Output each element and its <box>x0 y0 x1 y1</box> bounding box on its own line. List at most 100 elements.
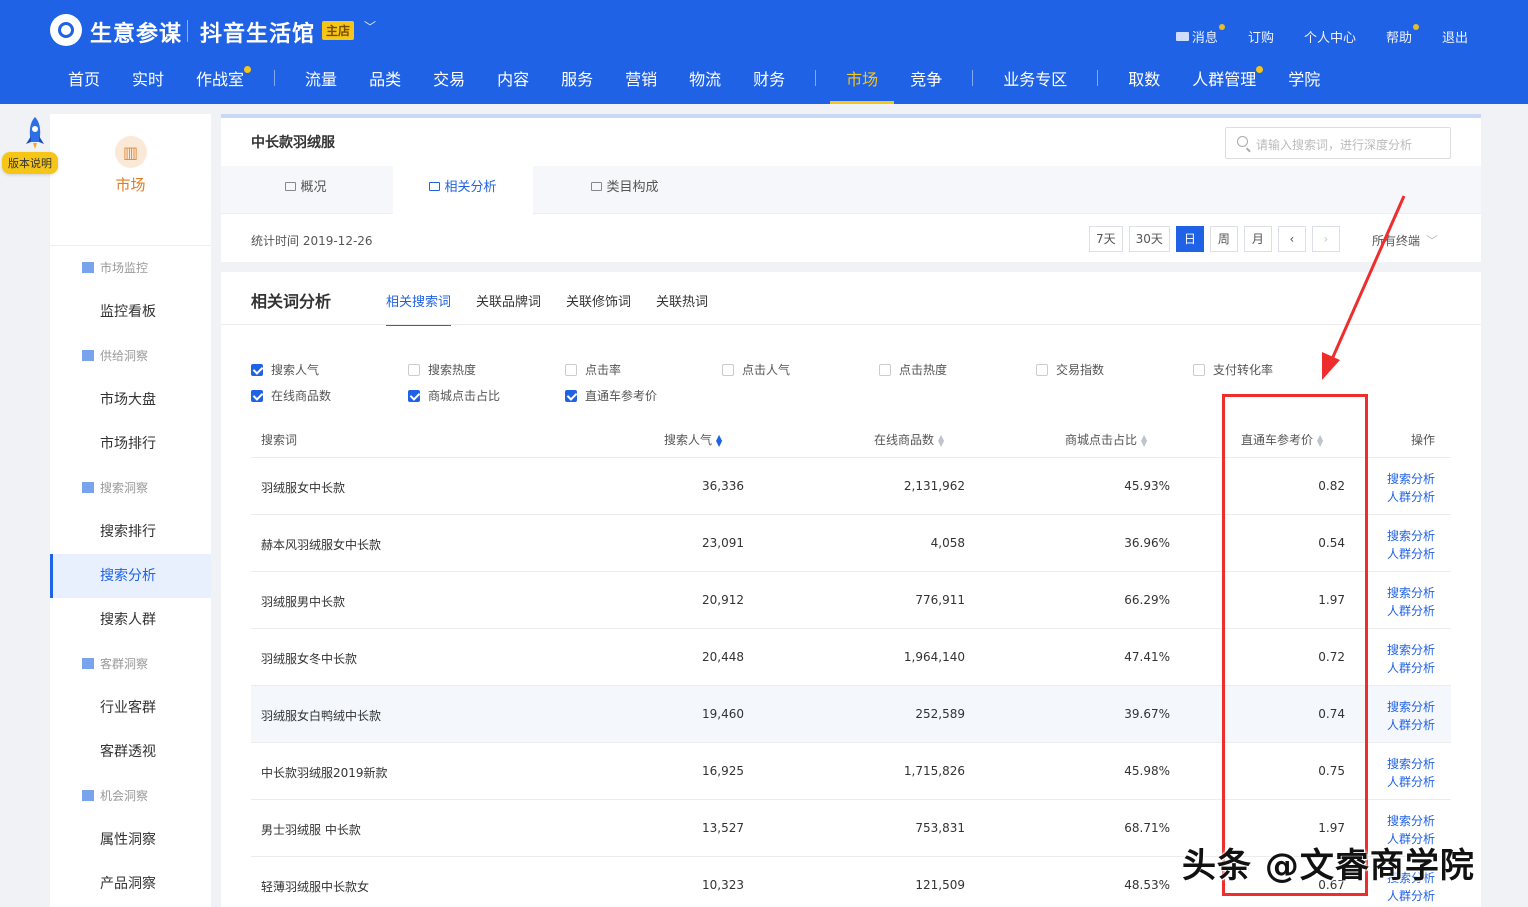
period-30d-button[interactable]: 30天 <box>1128 226 1170 252</box>
prev-period-button[interactable]: ‹ <box>1277 226 1306 252</box>
crowd-analysis-link[interactable]: 人群分析 <box>1387 545 1435 563</box>
metric-checkbox-search-popularity[interactable]: 搜索人气 <box>251 361 319 378</box>
subtab-related-search-words[interactable]: 相关搜索词 <box>386 291 452 326</box>
sidebar-item-search-analysis[interactable]: 搜索分析 <box>50 554 211 598</box>
column-header-online-items[interactable]: 在线商品数 ▲ ▼ <box>874 431 944 448</box>
cell-keyword: 男士羽绒服 中长款 <box>261 823 361 837</box>
search-analysis-link[interactable]: 搜索分析 <box>1387 470 1435 488</box>
column-header-actions: 操作 <box>1411 433 1436 447</box>
link-logout[interactable]: 退出 <box>1442 27 1468 46</box>
search-analysis-link[interactable]: 搜索分析 <box>1387 812 1435 830</box>
period-day-button[interactable]: 日 <box>1175 226 1204 252</box>
nav-traffic[interactable]: 流量 <box>289 60 353 104</box>
nav-divider <box>815 70 817 86</box>
link-help[interactable]: 帮助 <box>1386 24 1419 46</box>
nav-service[interactable]: 服务 <box>545 60 609 104</box>
nav-content[interactable]: 内容 <box>481 60 545 104</box>
cell-keyword: 羽绒服女中长款 <box>261 481 346 495</box>
column-header-mall-click-ratio[interactable]: 商城点击占比 ▲ ▼ <box>1065 431 1147 448</box>
period-month-button[interactable]: 月 <box>1243 226 1272 252</box>
link-messages[interactable]: 消息 <box>1175 24 1225 46</box>
related-words-card: 相关词分析 相关搜索词 关联品牌词 关联修饰词 关联热词 搜索人气 搜索热度 点… <box>221 272 1481 907</box>
link-subscribe[interactable]: 订购 <box>1248 27 1274 46</box>
version-notes[interactable]: 版本说明 <box>0 116 68 176</box>
sidebar-group-label: 客群洞察 <box>100 657 149 671</box>
cell-online-items: 252,589 <box>915 707 965 721</box>
metric-checkbox-click-popularity[interactable]: 点击人气 <box>722 361 790 378</box>
tab-category-composition[interactable]: 类目构成 <box>565 166 685 214</box>
cell-keyword: 轻薄羽绒服中长款女 <box>261 880 370 894</box>
search-analysis-link[interactable]: 搜索分析 <box>1387 755 1435 773</box>
nav-warroom[interactable]: 作战室 <box>180 60 260 104</box>
nav-category[interactable]: 品类 <box>353 60 417 104</box>
crowd-analysis-link[interactable]: 人群分析 <box>1387 488 1435 506</box>
notification-dot <box>1256 66 1264 73</box>
metric-checkbox-online-items[interactable]: 在线商品数 <box>251 387 331 404</box>
sidebar-item-market-ranking[interactable]: 市场排行 <box>50 422 211 466</box>
metric-checkbox-click-heat[interactable]: 点击热度 <box>879 361 947 378</box>
metric-checkbox-trade-index[interactable]: 交易指数 <box>1036 361 1104 378</box>
cell-keyword: 赫本风羽绒服女中长款 <box>261 538 382 552</box>
crowd-analysis-link[interactable]: 人群分析 <box>1387 773 1435 791</box>
subtab-brand-words[interactable]: 关联品牌词 <box>476 291 541 310</box>
nav-marketing[interactable]: 营销 <box>609 60 673 104</box>
nav-competition[interactable]: 竞争 <box>894 60 958 104</box>
period-7d-button[interactable]: 7天 <box>1089 226 1123 252</box>
compass-logo-icon <box>50 14 82 46</box>
sidebar-head-label: 市场 <box>115 176 146 194</box>
sidebar-item-product-insight[interactable]: 产品洞察 <box>50 862 211 906</box>
crowd-analysis-link[interactable]: 人群分析 <box>1387 887 1435 905</box>
nav-academy[interactable]: 学院 <box>1272 60 1336 104</box>
sidebar-item-market-overview[interactable]: 市场大盘 <box>50 378 211 422</box>
nav-trade[interactable]: 交易 <box>417 60 481 104</box>
nav-realtime[interactable]: 实时 <box>116 60 180 104</box>
sidebar-group-label: 市场监控 <box>100 261 149 275</box>
sidebar-item-search-crowd[interactable]: 搜索人群 <box>50 598 211 642</box>
nav-market[interactable]: 市场 <box>830 60 895 104</box>
sidebar-item-search-ranking[interactable]: 搜索排行 <box>50 510 211 554</box>
stat-time: 统计时间 2019-12-26 <box>251 234 373 248</box>
sidebar-item-customer-insight[interactable]: 客群透视 <box>50 730 211 774</box>
metric-checkbox-ztc-price[interactable]: 直通车参考价 <box>565 387 657 404</box>
tab-overview[interactable]: 概况 <box>251 166 361 214</box>
nav-data-fetch[interactable]: 取数 <box>1112 60 1176 104</box>
sort-desc-icon: ▲ ▼ <box>716 432 723 448</box>
metric-checkbox-ctr[interactable]: 点击率 <box>565 361 621 378</box>
period-week-button[interactable]: 周 <box>1209 226 1238 252</box>
nav-logistics[interactable]: 物流 <box>673 60 737 104</box>
subtab-hot-words[interactable]: 关联热词 <box>656 291 708 310</box>
search-analysis-link[interactable]: 搜索分析 <box>1387 584 1435 602</box>
crowd-analysis-link[interactable]: 人群分析 <box>1387 602 1435 620</box>
market-chart-icon: ▥ <box>114 136 147 168</box>
sidebar-group-label: 机会洞察 <box>100 789 149 803</box>
crowd-analysis-link[interactable]: 人群分析 <box>1387 716 1435 734</box>
metric-checkbox-search-heat[interactable]: 搜索热度 <box>408 361 476 378</box>
chevron-down-icon[interactable]: ﹀ <box>364 18 376 35</box>
search-analysis-link[interactable]: 搜索分析 <box>1387 641 1435 659</box>
row-actions: 搜索分析 人群分析 <box>1387 470 1435 506</box>
subtab-modifier-words[interactable]: 关联修饰词 <box>566 291 631 310</box>
column-header-search-popularity[interactable]: 搜索人气 ▲ ▼ <box>664 431 722 448</box>
metric-checkbox-mall-click-ratio[interactable]: 商城点击占比 <box>408 387 500 404</box>
crowd-analysis-link[interactable]: 人群分析 <box>1387 659 1435 677</box>
next-period-button[interactable]: › <box>1311 226 1340 252</box>
keyword-search-input[interactable]: 请输入搜索词，进行深度分析 <box>1225 127 1451 159</box>
terminal-select[interactable]: 所有终端 ﹀ <box>1372 232 1438 249</box>
sidebar-item-attribute-insight[interactable]: 属性洞察 <box>50 818 211 862</box>
nav-crowd[interactable]: 人群管理 <box>1176 60 1272 104</box>
cell-ztc-price: 0.74 <box>1318 707 1345 721</box>
tab-related-analysis[interactable]: 相关分析 <box>393 166 533 214</box>
shop-name[interactable]: 抖音生活馆 <box>200 16 315 48</box>
metric-checkbox-conversion-rate[interactable]: 支付转化率 <box>1193 361 1273 378</box>
nav-home[interactable]: 首页 <box>52 60 116 104</box>
nav-divider <box>972 70 974 86</box>
search-analysis-link[interactable]: 搜索分析 <box>1387 527 1435 545</box>
search-analysis-link[interactable]: 搜索分析 <box>1387 698 1435 716</box>
nav-finance[interactable]: 财务 <box>737 60 801 104</box>
column-header-ztc-price[interactable]: 直通车参考价 ▲ ▼ <box>1241 431 1323 448</box>
sidebar-item-industry-customers[interactable]: 行业客群 <box>50 686 211 730</box>
version-notes-label: 版本说明 <box>2 152 58 174</box>
nav-business-zone[interactable]: 业务专区 <box>987 60 1083 104</box>
sidebar-item-monitor-board[interactable]: 监控看板 <box>50 290 211 334</box>
link-profile[interactable]: 个人中心 <box>1304 27 1356 46</box>
